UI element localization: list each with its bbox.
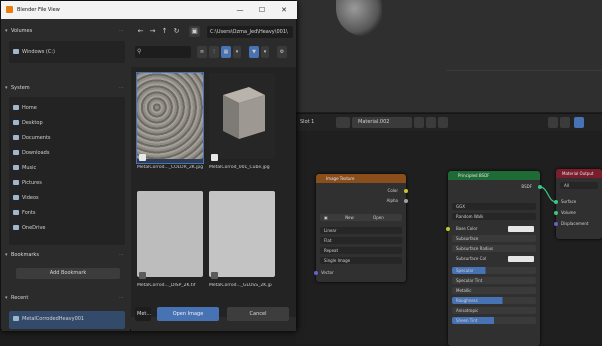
texture-thumbnail (209, 191, 275, 277)
sidebar-item-documents[interactable]: Documents (13, 135, 51, 141)
delete-icon[interactable] (438, 117, 448, 128)
file-tile[interactable]: MetalCorrod_001_Cube.jpg (209, 73, 275, 170)
recent-item[interactable]: MetalCorrodedHeavy001 (13, 316, 84, 322)
file-label: MetalCorrod_001_Cube.jpg (209, 165, 270, 170)
node-editor-header: Slot 1 Material.002 (296, 113, 602, 131)
overlay-icon[interactable] (560, 117, 570, 128)
image-file-icon (211, 154, 218, 161)
downloads-icon (13, 150, 19, 155)
blender-icon (6, 6, 13, 13)
cancel-button[interactable]: Cancel (227, 307, 289, 321)
chevron-down-icon[interactable]: ▾ (233, 46, 241, 58)
file-tile[interactable]: MetalCorrod..._DISP_2K.tif (137, 191, 203, 288)
thumbnails-icon[interactable]: ▦ (221, 46, 231, 58)
mesh-object[interactable] (336, 0, 382, 36)
divider (446, 70, 602, 71)
recent-list: MetalCorrodedHeavy001 (9, 311, 125, 329)
texture-thumbnail (137, 191, 203, 277)
add-bookmark-button[interactable]: Add Bookmark (16, 268, 120, 279)
sidebar-item-videos[interactable]: Videos (13, 195, 39, 201)
file-tile[interactable]: MetalCorrod..._COLOR_2K.jpg (136, 72, 204, 170)
node-links (539, 186, 557, 203)
node-editor[interactable]: Image Texture Color Alpha ▣ New Open Lin… (296, 131, 602, 346)
image-file-icon (139, 272, 146, 279)
filename-field[interactable]: Met... (135, 307, 151, 321)
fonts-icon (13, 210, 19, 215)
desktop-icon (13, 120, 19, 125)
cube-preview (223, 87, 265, 139)
back-icon[interactable]: ← (135, 26, 146, 37)
sidebar-item-music[interactable]: Music (13, 165, 36, 171)
close-button[interactable]: ✕ (277, 4, 291, 16)
cube-thumbnail (209, 73, 275, 159)
recent-header[interactable]: ▾ Recent ⋯ (5, 295, 127, 304)
sidebar-item-desktop[interactable]: Desktop (13, 120, 43, 126)
texture-thumbnail (137, 73, 203, 159)
new-folder-icon[interactable]: ▣ (189, 26, 200, 37)
fake-user-icon[interactable] (414, 117, 424, 128)
view-icon[interactable] (574, 117, 584, 128)
parent-dir-icon[interactable]: ↑ (159, 26, 170, 37)
sidebar-item-downloads[interactable]: Downloads (13, 150, 49, 156)
sidebar-item-home[interactable]: Home (13, 105, 37, 111)
sidebar-item-fonts[interactable]: Fonts (13, 210, 36, 216)
path-field[interactable]: C:\Users\Ozma_Jed\Heavy\001\ (207, 26, 293, 38)
pictures-icon (13, 180, 19, 185)
filter-icon[interactable]: ▼ (249, 46, 259, 58)
maximize-button[interactable]: ☐ (255, 4, 269, 16)
copy-icon[interactable] (426, 117, 436, 128)
material-name: Material.002 (358, 119, 390, 125)
home-icon (13, 105, 19, 110)
music-icon (13, 165, 19, 170)
drive-icon (13, 49, 19, 54)
image-file-icon (139, 154, 146, 161)
documents-icon (13, 135, 19, 140)
file-pane: ← → ↑ ↻ ▣ C:\Users\Ozma_Jed\Heavy\001\ ⚲… (131, 19, 296, 331)
bookmarks-header[interactable]: ▾ Bookmarks ⋯ (5, 252, 127, 261)
sidebar-item-pictures[interactable]: Pictures (13, 180, 42, 186)
system-list: Home Desktop Documents Downloads Music P… (9, 97, 125, 245)
file-label: MetalCorrod..._COLOR_2K.jpg (137, 165, 204, 170)
window-title: Blender File View (17, 7, 60, 13)
horizontal-list-icon[interactable]: ⁝ (209, 46, 219, 58)
3d-viewport[interactable] (296, 0, 602, 112)
snap-icon[interactable] (548, 117, 558, 128)
sidebar: ▾ Volumes ⋯ Windows (C:) ▾ System ⋯ Home Des… (2, 19, 130, 331)
open-image-button[interactable]: Open Image (157, 307, 219, 321)
system-header[interactable]: ▾ System ⋯ (5, 85, 127, 94)
bsdf-to-surface-link (539, 186, 557, 203)
title-bar[interactable]: Blender File View — ☐ ✕ (1, 1, 297, 19)
volumes-header[interactable]: ▾ Volumes ⋯ (5, 28, 127, 37)
file-grid: MetalCorrod..._COLOR_2K.jpg MetalCorrod_… (131, 67, 296, 317)
image-file-icon (211, 272, 218, 279)
minimize-button[interactable]: — (233, 4, 247, 16)
settings-gear-icon[interactable]: ⚙ (277, 46, 287, 58)
forward-icon[interactable]: → (147, 26, 158, 37)
folder-icon (13, 316, 19, 321)
chevron-down-icon[interactable]: ▾ (261, 46, 269, 58)
dialog-footer: Met... Open Image Cancel (131, 301, 296, 331)
videos-icon (13, 195, 19, 200)
refresh-icon[interactable]: ↻ (171, 26, 182, 37)
search-icon: ⚲ (137, 48, 142, 55)
volume-item[interactable]: Windows (C:) (13, 49, 55, 55)
file-label: MetalCorrod..._DISP_2K.tif (137, 283, 196, 288)
search-input[interactable]: ⚲ (135, 46, 191, 58)
sidebar-item-onedrive[interactable]: OneDrive (13, 225, 46, 231)
vertical-list-icon[interactable]: ≡ (197, 46, 207, 58)
material-sphere-icon[interactable] (336, 117, 350, 128)
onedrive-icon (13, 225, 19, 230)
file-browser-dialog: Blender File View — ☐ ✕ ▾ Volumes ⋯ Window… (0, 0, 297, 331)
slot-selector[interactable]: Slot 1 (300, 119, 314, 125)
file-label: MetalCorrod..._GLOSS_2K.jp (209, 283, 272, 288)
volumes-list: Windows (C:) (9, 41, 125, 63)
file-tile[interactable]: MetalCorrod..._GLOSS_2K.jp (209, 191, 275, 288)
